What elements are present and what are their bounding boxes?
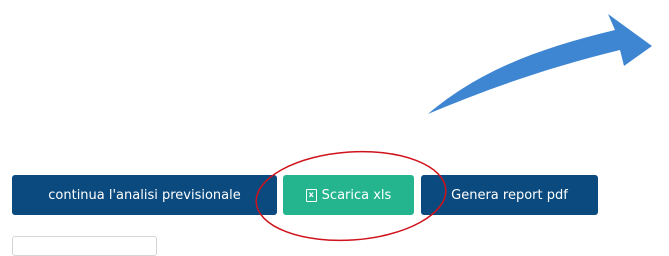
generate-pdf-report-button[interactable]: Genera report pdf bbox=[421, 175, 598, 215]
continue-forecast-analysis-button[interactable]: continua l'analisi previsionale bbox=[12, 175, 277, 215]
continue-forecast-analysis-label: continua l'analisi previsionale bbox=[48, 187, 241, 203]
download-xls-button[interactable]: x Scarica xls bbox=[283, 175, 414, 215]
generate-pdf-report-label: Genera report pdf bbox=[451, 187, 568, 203]
partial-secondary-button[interactable] bbox=[12, 236, 157, 256]
excel-file-icon: x bbox=[305, 188, 317, 202]
download-xls-label: Scarica xls bbox=[321, 187, 392, 203]
